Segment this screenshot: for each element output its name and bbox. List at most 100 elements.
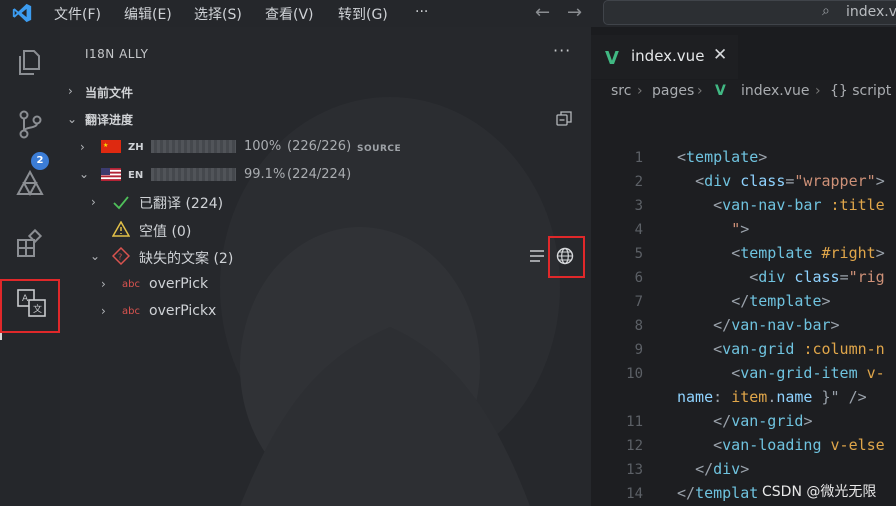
code-line: name: item.name }" /> bbox=[677, 388, 867, 406]
string-abc-icon: abc bbox=[122, 306, 140, 317]
tab-label: index.vue bbox=[631, 47, 705, 65]
line-number: 7 bbox=[634, 294, 643, 310]
code-line: <van-grid-item v- bbox=[731, 364, 885, 382]
line-number: 1 bbox=[634, 150, 643, 166]
code-line: </templat bbox=[677, 484, 759, 502]
breadcrumb-file[interactable]: index.vue bbox=[741, 83, 810, 99]
chevron-right-icon[interactable]: › bbox=[91, 195, 96, 209]
chevron-down-icon[interactable]: ⌄ bbox=[90, 249, 100, 263]
line-number: 13 bbox=[626, 462, 643, 478]
warning-icon bbox=[112, 221, 130, 237]
vue-icon: V bbox=[605, 48, 619, 69]
sidebar-title: I18N ALLY bbox=[85, 47, 149, 61]
vscode-logo-icon[interactable] bbox=[10, 2, 34, 24]
string-abc-icon: abc bbox=[122, 279, 140, 290]
china-flag-icon: ★ bbox=[101, 140, 121, 153]
menu-go[interactable]: 转到(G) bbox=[338, 4, 388, 24]
breadcrumb-separator: › bbox=[697, 83, 703, 99]
section-current-file[interactable]: 当前文件 bbox=[85, 84, 133, 101]
missing-key-overpick[interactable]: overPick bbox=[149, 276, 208, 292]
chevron-right-icon[interactable]: › bbox=[80, 140, 85, 154]
line-number: 4 bbox=[634, 222, 643, 238]
code-line: <van-loading v-else bbox=[713, 436, 885, 454]
chevron-right-icon[interactable]: › bbox=[101, 277, 106, 291]
code-line: <template #right> bbox=[731, 244, 885, 262]
code-line: </div> bbox=[695, 460, 750, 478]
breadcrumb-separator: › bbox=[815, 83, 821, 99]
extension-triangle-icon[interactable] bbox=[13, 167, 47, 201]
menu-file[interactable]: 文件(F) bbox=[54, 4, 101, 24]
chevron-right-icon[interactable]: › bbox=[101, 304, 106, 318]
highlight-box-translate bbox=[548, 236, 585, 278]
command-center-search[interactable]: ⌕ index.vue bbox=[603, 0, 896, 25]
zh-count: (226/226) bbox=[287, 139, 352, 154]
line-number: 12 bbox=[626, 438, 643, 454]
breadcrumb-script[interactable]: {} script bbox=[830, 83, 891, 99]
files-icon[interactable] bbox=[13, 45, 47, 79]
zh-percent: 100% bbox=[244, 139, 282, 154]
breadcrumb-separator: › bbox=[637, 83, 643, 99]
editor-tabs: V index.vue ✕ bbox=[591, 27, 896, 83]
missing-key-overpickx[interactable]: overPickx bbox=[149, 303, 216, 319]
svg-text:?: ? bbox=[118, 253, 122, 262]
breadcrumb: src › pages › V index.vue › {} script bbox=[591, 80, 896, 104]
line-number: 5 bbox=[634, 246, 643, 262]
menu-view[interactable]: 查看(V) bbox=[265, 4, 314, 24]
code-line: <van-nav-bar :title bbox=[713, 196, 885, 214]
code-line: <template> bbox=[677, 148, 768, 166]
code-line: </van-nav-bar> bbox=[713, 316, 840, 334]
line-number: 2 bbox=[634, 174, 643, 190]
line-number: 6 bbox=[634, 270, 643, 286]
line-number: 8 bbox=[634, 318, 643, 334]
redacted-progress-bar bbox=[151, 168, 236, 181]
activity-bar: 2 A 文 bbox=[0, 27, 60, 506]
source-control-icon[interactable] bbox=[13, 107, 47, 141]
extensions-icon[interactable] bbox=[13, 227, 47, 261]
line-number: 11 bbox=[626, 414, 643, 430]
chevron-down-icon[interactable]: ⌄ bbox=[79, 167, 89, 181]
chevron-right-icon[interactable]: › bbox=[68, 84, 73, 98]
code-line: <div class="wrapper"> bbox=[695, 172, 885, 190]
missing-item[interactable]: 缺失的文案 (2) bbox=[139, 248, 233, 268]
breadcrumb-pages[interactable]: pages bbox=[652, 83, 694, 99]
code-line: </template> bbox=[731, 292, 831, 310]
collapse-all-icon[interactable] bbox=[556, 110, 572, 126]
code-line: <van-grid :column-n bbox=[713, 340, 885, 358]
i18n-ally-sidebar: I18N ALLY ··· › 当前文件 ⌄ 翻译进度 › ★ ZH 100% … bbox=[60, 27, 591, 506]
close-icon[interactable]: ✕ bbox=[713, 45, 727, 65]
list-icon[interactable] bbox=[529, 248, 547, 264]
check-icon bbox=[113, 196, 129, 210]
highlight-box-i18n bbox=[0, 279, 60, 333]
redacted-progress-bar bbox=[151, 140, 236, 153]
tab-index-vue[interactable]: V index.vue ✕ bbox=[591, 35, 738, 79]
source-tag: SOURCE bbox=[357, 144, 402, 154]
sidebar-more-button[interactable]: ··· bbox=[553, 41, 571, 60]
title-bar: 文件(F) 编辑(E) 选择(S) 查看(V) 转到(G) ··· ← → ⌕ … bbox=[0, 0, 896, 27]
breadcrumb-src[interactable]: src bbox=[611, 83, 631, 99]
code-line: "> bbox=[731, 220, 750, 238]
lang-code-en: EN bbox=[128, 170, 144, 181]
section-progress[interactable]: 翻译进度 bbox=[85, 111, 133, 128]
back-arrow-icon[interactable]: ← bbox=[535, 2, 550, 23]
menu-more[interactable]: ··· bbox=[415, 4, 428, 20]
line-number: 9 bbox=[634, 342, 643, 358]
code-line: <div class="rig bbox=[749, 268, 885, 286]
line-number: 14 bbox=[626, 486, 643, 502]
svg-text:★: ★ bbox=[103, 142, 108, 149]
menu-selection[interactable]: 选择(S) bbox=[194, 4, 242, 24]
watermark: CSDN @微光无限 bbox=[762, 484, 877, 500]
translated-item[interactable]: 已翻译 (224) bbox=[139, 193, 223, 213]
chevron-down-icon[interactable]: ⌄ bbox=[67, 112, 77, 126]
line-number: 10 bbox=[626, 366, 643, 382]
forward-arrow-icon[interactable]: → bbox=[567, 2, 582, 23]
missing-diamond-icon: ? bbox=[112, 247, 130, 265]
line-number: 3 bbox=[634, 198, 643, 214]
vue-icon: V bbox=[715, 83, 726, 99]
en-count: (224/224) bbox=[287, 167, 352, 182]
empty-item[interactable]: 空值 (0) bbox=[139, 221, 191, 241]
code-line: </van-grid> bbox=[713, 412, 813, 430]
search-text: index.vue bbox=[846, 4, 896, 20]
menu-edit[interactable]: 编辑(E) bbox=[124, 4, 172, 24]
code-editor[interactable]: 1 2 3 4 5 6 7 8 9 10 11 12 13 14 <templa… bbox=[591, 104, 896, 506]
lang-code-zh: ZH bbox=[128, 142, 144, 153]
